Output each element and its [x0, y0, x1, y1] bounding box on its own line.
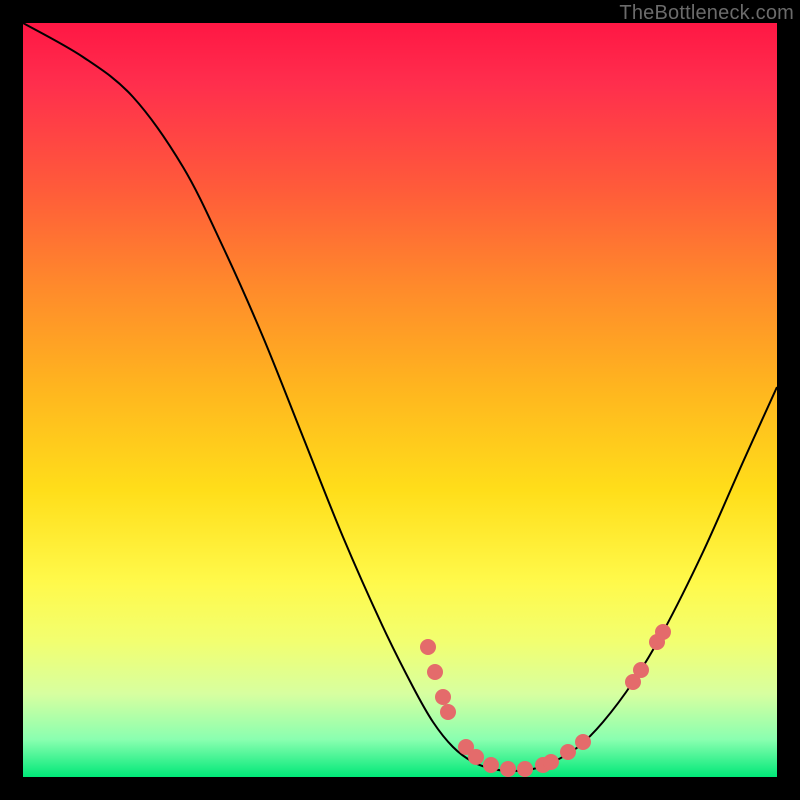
- data-marker: [517, 761, 533, 777]
- bottleneck-curve: [23, 23, 777, 771]
- watermark-text: TheBottleneck.com: [619, 2, 794, 25]
- data-marker: [435, 689, 451, 705]
- data-marker: [427, 664, 443, 680]
- data-marker-group: [420, 624, 671, 777]
- data-marker: [560, 744, 576, 760]
- data-marker: [655, 624, 671, 640]
- data-marker: [483, 757, 499, 773]
- data-marker: [633, 662, 649, 678]
- data-marker: [500, 761, 516, 777]
- data-marker: [468, 749, 484, 765]
- bottleneck-chart: [23, 23, 777, 777]
- data-marker: [440, 704, 456, 720]
- data-marker: [543, 754, 559, 770]
- data-marker: [420, 639, 436, 655]
- data-marker: [575, 734, 591, 750]
